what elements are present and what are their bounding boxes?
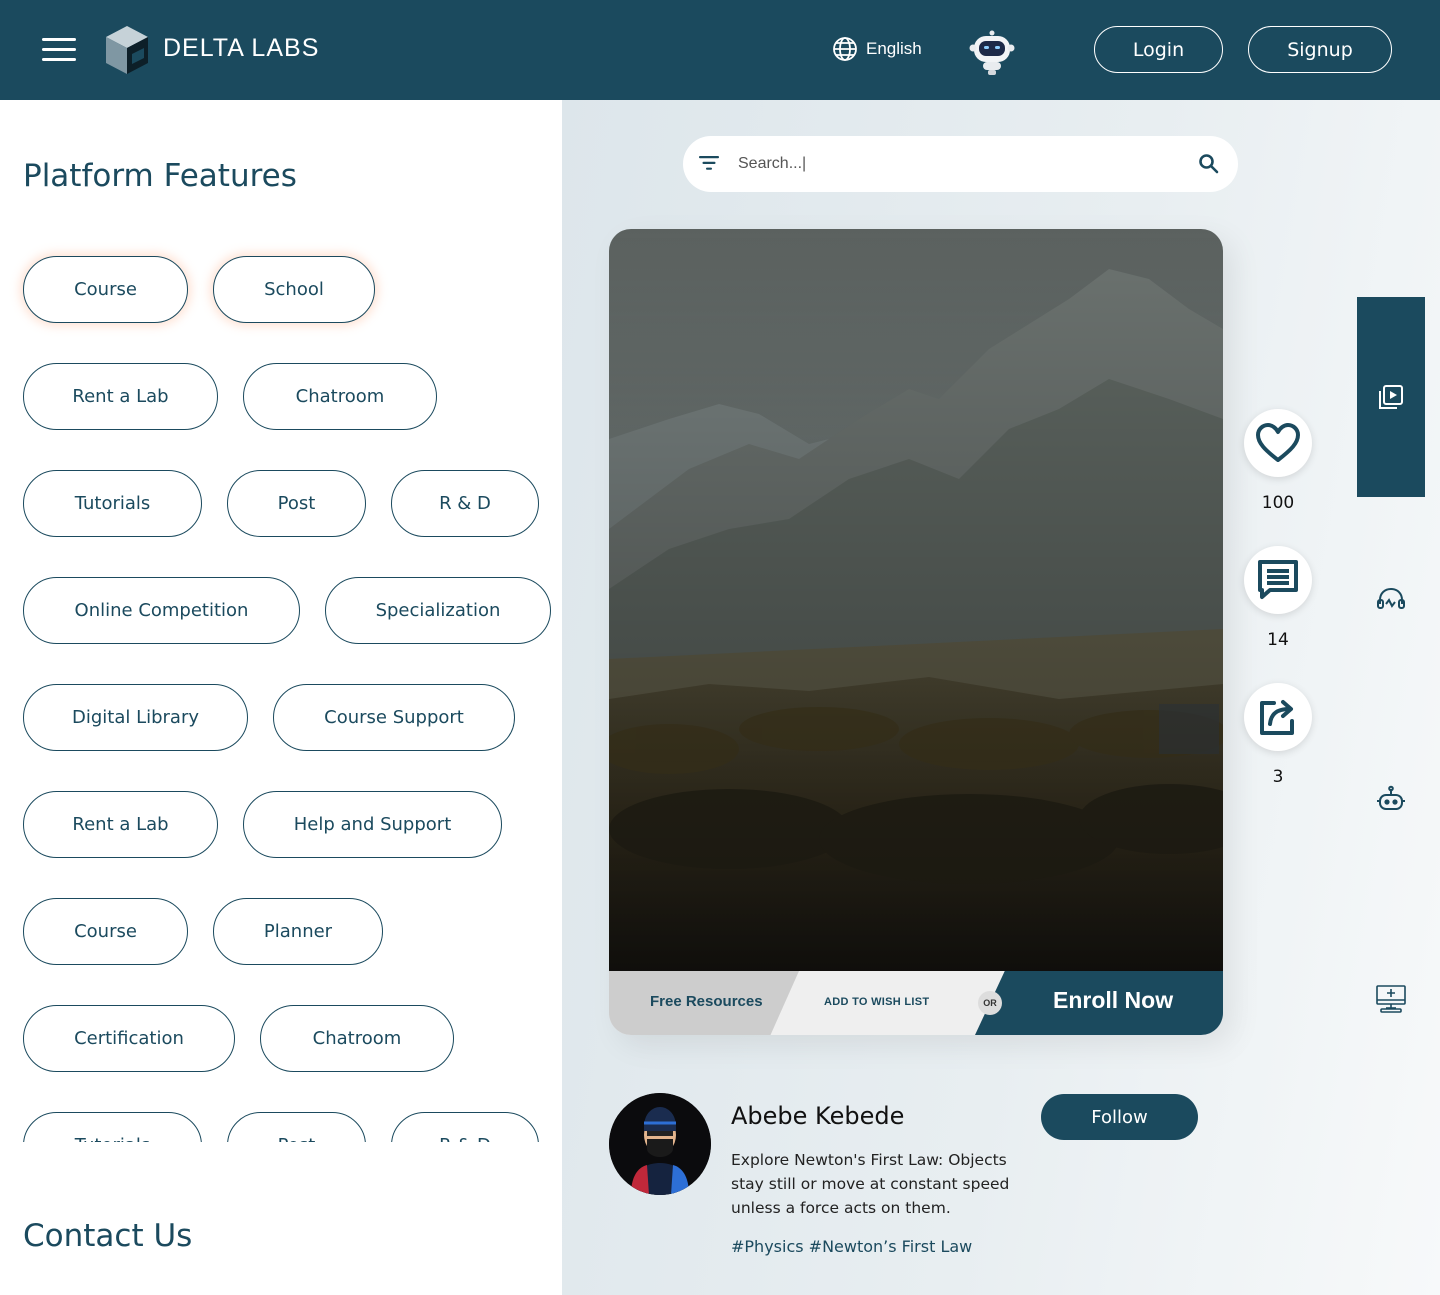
chip-help-and-support[interactable]: Help and Support xyxy=(243,791,502,858)
headset-icon[interactable] xyxy=(1375,583,1407,615)
chip-post-2[interactable]: Post xyxy=(227,1112,366,1142)
add-to-wishlist-button[interactable]: ADD TO WISH LIST xyxy=(824,996,929,1008)
share-button[interactable] xyxy=(1244,683,1312,751)
chip-course-support[interactable]: Course Support xyxy=(273,684,515,751)
heart-icon xyxy=(1256,423,1300,462)
chip-planner[interactable]: Planner xyxy=(213,898,383,965)
top-navigation-bar: DELTA LABS English Login Signup xyxy=(0,0,1440,100)
contact-us-title[interactable]: Contact Us xyxy=(23,1218,192,1254)
chip-specialization[interactable]: Specialization xyxy=(325,577,551,644)
side-tab-video[interactable] xyxy=(1357,297,1425,497)
computer-lab-icon[interactable] xyxy=(1375,983,1407,1015)
search-input[interactable] xyxy=(738,150,1178,178)
course-post-card: Free Resources ADD TO WISH LIST OR Enrol… xyxy=(609,229,1223,1035)
or-badge: OR xyxy=(978,991,1002,1015)
platform-features-panel: Platform Features Course School Rent a L… xyxy=(0,100,562,1295)
comment-button[interactable] xyxy=(1244,546,1312,614)
chip-school[interactable]: School xyxy=(213,256,375,323)
hamburger-menu-icon[interactable] xyxy=(42,38,76,62)
chip-rent-a-lab[interactable]: Rent a Lab xyxy=(23,363,218,430)
search-bar xyxy=(683,136,1238,192)
likes-count: 100 xyxy=(1261,493,1295,513)
follow-button[interactable]: Follow xyxy=(1041,1094,1198,1140)
brand-name: DELTA LABS xyxy=(163,34,320,62)
delta-labs-logo-icon[interactable] xyxy=(104,24,150,76)
chip-tutorials-2[interactable]: Tutorials xyxy=(23,1112,202,1142)
author-name[interactable]: Abebe Kebede xyxy=(731,1102,904,1130)
chip-post[interactable]: Post xyxy=(227,470,366,537)
post-description: Explore Newton's First Law: Objects stay… xyxy=(731,1151,1010,1217)
chip-r-and-d[interactable]: R & D xyxy=(391,470,539,537)
chip-digital-library[interactable]: Digital Library xyxy=(23,684,248,751)
chip-tutorials[interactable]: Tutorials xyxy=(23,470,202,537)
author-avatar-image xyxy=(609,1093,711,1195)
robot-icon[interactable] xyxy=(1375,783,1407,815)
chip-certification[interactable]: Certification xyxy=(23,1005,235,1072)
signup-button[interactable]: Signup xyxy=(1248,26,1392,73)
login-button[interactable]: Login xyxy=(1094,26,1223,73)
chip-chatroom-2[interactable]: Chatroom xyxy=(260,1005,454,1072)
language-label: English xyxy=(866,39,922,58)
free-resources-button[interactable]: Free Resources xyxy=(650,993,763,1010)
post-hashtags[interactable]: #Physics #Newton’s First Law xyxy=(731,1237,972,1256)
feature-chips-list: Course School Rent a Lab Chatroom Tutori… xyxy=(0,100,562,1142)
comments-count: 14 xyxy=(1267,630,1289,650)
chip-chatroom[interactable]: Chatroom xyxy=(243,363,437,430)
filter-icon[interactable] xyxy=(699,154,719,172)
chip-online-competition[interactable]: Online Competition xyxy=(23,577,300,644)
video-library-icon xyxy=(1379,385,1403,409)
chip-course-2[interactable]: Course xyxy=(23,898,188,965)
share-icon xyxy=(1260,700,1294,735)
chip-r-and-d-2[interactable]: R & D xyxy=(391,1112,539,1142)
shares-count: 3 xyxy=(1272,767,1284,787)
card-action-bar: Free Resources ADD TO WISH LIST OR Enrol… xyxy=(609,971,1223,1035)
enroll-now-label[interactable]: Enroll Now xyxy=(1053,987,1173,1014)
chip-rent-a-lab-2[interactable]: Rent a Lab xyxy=(23,791,218,858)
globe-icon xyxy=(833,37,857,61)
language-selector[interactable]: English xyxy=(832,36,922,62)
search-icon[interactable] xyxy=(1198,153,1220,175)
mountain-landscape-image xyxy=(609,229,1223,971)
chip-course[interactable]: Course xyxy=(23,256,188,323)
comment-icon xyxy=(1258,560,1298,599)
assistant-bot-icon[interactable] xyxy=(968,28,1016,76)
author-avatar[interactable] xyxy=(609,1093,711,1195)
like-button[interactable] xyxy=(1244,409,1312,477)
